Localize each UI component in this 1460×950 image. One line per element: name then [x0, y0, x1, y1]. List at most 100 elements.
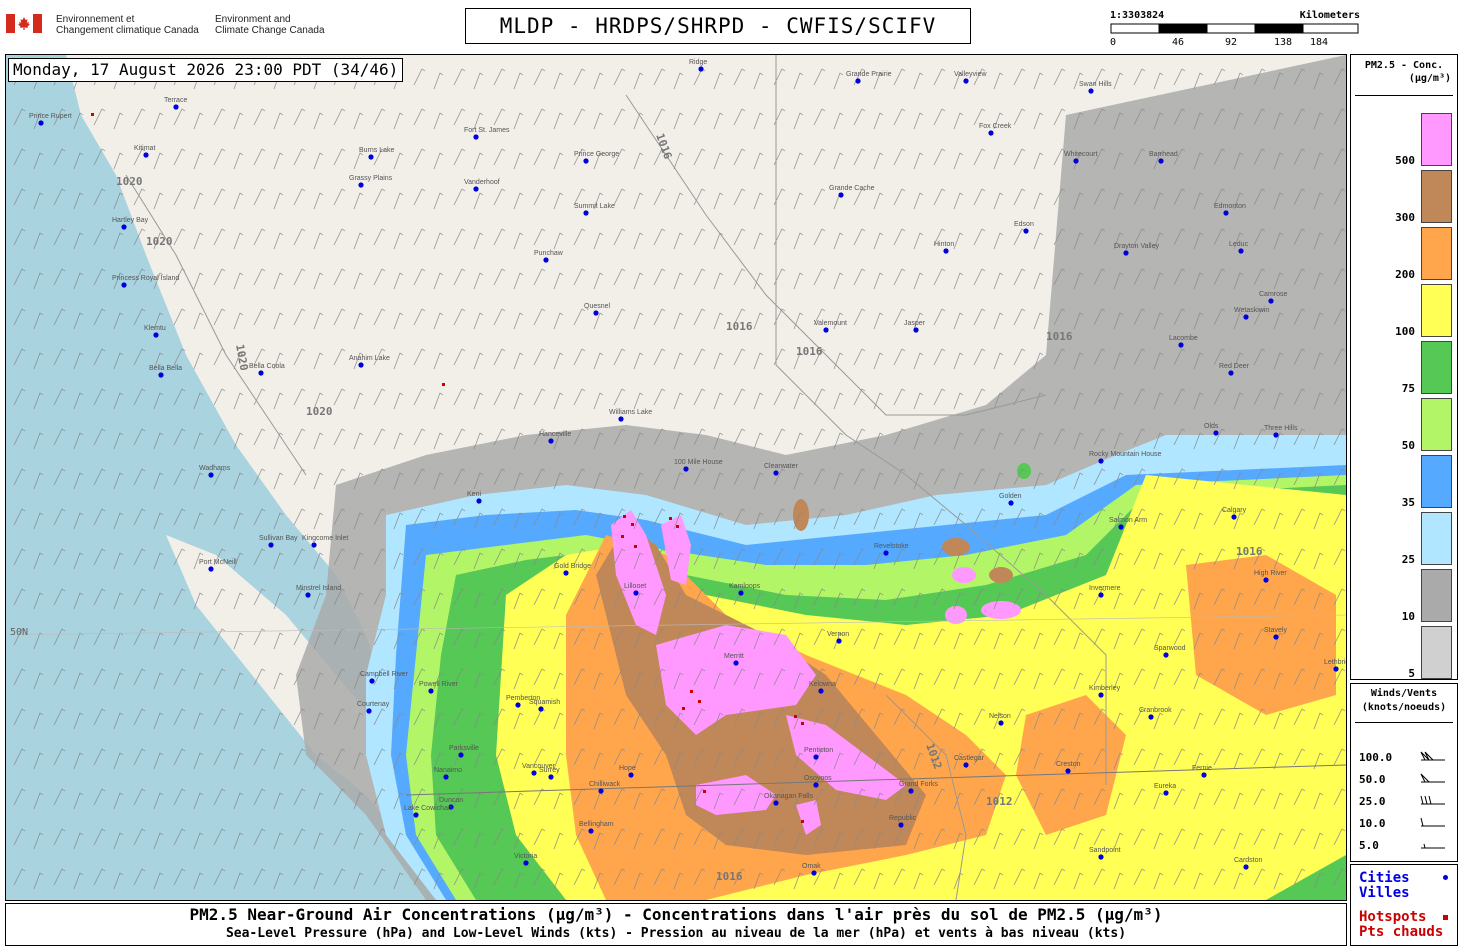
caption-line2: Sea-Level Pressure (hPa) and Low-Level W…	[225, 926, 1127, 941]
winds-title-line2: (knots/noeuds)	[1361, 702, 1447, 713]
city-label: Creston	[1056, 761, 1081, 768]
city-marker	[38, 120, 44, 126]
legend-bin-label: 100	[1395, 325, 1415, 338]
legend-swatch	[1421, 170, 1452, 223]
isobar-label: 1016	[796, 345, 823, 358]
cities-label-fr: Villes	[1359, 885, 1410, 901]
city-marker	[813, 754, 819, 760]
city-marker	[543, 257, 549, 263]
city-label: Hartley Bay	[112, 217, 149, 224]
city-marker	[1098, 592, 1104, 598]
city-marker	[836, 638, 842, 644]
city-label: Sparwood	[1154, 645, 1186, 652]
city-label: Red Deer	[1219, 363, 1250, 370]
city-marker	[268, 542, 274, 548]
city-label: Golden	[999, 493, 1022, 500]
hotspot-square-icon	[1443, 915, 1448, 920]
city-label: Parksville	[449, 745, 479, 752]
city-label: Pemberton	[506, 695, 540, 702]
caption-line1: PM2.5 Near-Ground Air Concentrations (µg…	[189, 905, 1163, 924]
city-label: Sandpoint	[1089, 847, 1121, 854]
city-label: High River	[1254, 570, 1287, 577]
city-marker	[1243, 864, 1249, 870]
city-marker	[1273, 634, 1279, 640]
city-label: Prince George	[574, 151, 619, 158]
city-marker	[548, 774, 554, 780]
city-label: Hanceville	[539, 431, 571, 438]
city-marker	[1178, 342, 1184, 348]
scale-tick-0: 0	[1110, 37, 1117, 48]
city-label: Osoyoos	[804, 775, 832, 782]
map-caption: PM2.5 Near-Ground Air Concentrations (µg…	[5, 903, 1347, 946]
agency-en-line1: Environment and	[215, 14, 291, 25]
agency-fr-line1: Environnement et	[56, 14, 135, 25]
hotspot-marker	[698, 700, 701, 703]
city-marker	[173, 104, 179, 110]
city-marker	[515, 702, 521, 708]
city-marker	[1023, 228, 1029, 234]
wind-barb-icons	[1420, 751, 1445, 849]
canada-flag-icon	[6, 14, 42, 33]
city-label: Vernon	[827, 631, 849, 638]
city-label: Republic	[889, 815, 917, 822]
wind-row-50: 50.0	[1359, 773, 1386, 786]
city-label: Quesnel	[584, 303, 611, 310]
city-marker	[531, 770, 537, 776]
city-label: Sullivan Bay	[259, 535, 298, 542]
city-label: Valleyview	[954, 71, 987, 78]
legend-title-line1: PM2.5 - Conc.	[1364, 60, 1444, 71]
hotspot-marker	[676, 525, 679, 528]
wind-row-100: 100.0	[1359, 751, 1393, 764]
product-title: MLDP - HRDPS/SHRPD - CWFIS/SCIFV	[465, 8, 971, 44]
city-marker	[998, 720, 1004, 726]
city-label: Swan Hills	[1079, 81, 1112, 88]
city-marker	[443, 774, 449, 780]
city-label: Anahim Lake	[349, 355, 390, 362]
city-marker	[988, 130, 994, 136]
agency-fr-line2: Changement climatique Canada	[56, 25, 199, 36]
city-marker	[838, 192, 844, 198]
city-label: Fernie	[1192, 765, 1212, 772]
city-marker	[208, 472, 214, 478]
city-label: Terrace	[164, 97, 187, 104]
isobar-label: 1020	[116, 175, 143, 188]
city-label: Three Hills	[1264, 425, 1298, 432]
wind-barbs-layer	[6, 55, 1346, 900]
city-marker	[1098, 458, 1104, 464]
agency-name-en: Environment and Climate Change Canada	[215, 14, 325, 36]
city-marker	[158, 372, 164, 378]
city-label: Vanderhoof	[464, 179, 500, 186]
city-marker	[1008, 500, 1014, 506]
hotspot-marker	[794, 715, 797, 718]
hotspot-marker	[631, 523, 634, 526]
city-marker	[143, 152, 149, 158]
city-marker	[1268, 298, 1274, 304]
winds-legend: Winds/Vents (knots/noeuds) 100.0 50.0 25…	[1350, 683, 1458, 862]
city-label: Wetaskiwin	[1234, 307, 1269, 314]
hotspot-marker	[442, 383, 445, 386]
city-label: Jasper	[904, 320, 926, 327]
city-marker	[1213, 430, 1219, 436]
hotspot-marker	[801, 722, 804, 725]
scale-bar-graphic	[1110, 23, 1359, 34]
city-label: Keni	[467, 491, 481, 498]
isobar-label: 1016	[1046, 330, 1073, 343]
isobar-label: 1016	[726, 320, 753, 333]
legend-swatch	[1421, 284, 1452, 337]
legend-title: PM2.5 - Conc. (µg/m³)	[1351, 59, 1457, 85]
city-label: Kelowna	[809, 681, 836, 688]
concentration-legend: PM2.5 - Conc. (µg/m³) 500 300 200 100 75 50 35…	[1350, 54, 1458, 680]
legend-bin-label: 500	[1395, 154, 1415, 167]
city-marker	[523, 860, 529, 866]
city-marker	[538, 706, 544, 712]
city-marker	[358, 362, 364, 368]
dispersion-map[interactable]: 1016 1016 1016 1016 1016 1016 1020 1020 …	[5, 54, 1347, 901]
city-marker	[208, 566, 214, 572]
city-label: Grande Cache	[829, 185, 875, 192]
city-marker	[963, 762, 969, 768]
map-canvas[interactable]: 1016 1016 1016 1016 1016 1016 1020 1020 …	[6, 55, 1346, 900]
city-marker	[121, 224, 127, 230]
city-marker	[1088, 88, 1094, 94]
city-label: Grassy Plains	[349, 175, 393, 182]
city-label: Valemount	[814, 320, 847, 327]
